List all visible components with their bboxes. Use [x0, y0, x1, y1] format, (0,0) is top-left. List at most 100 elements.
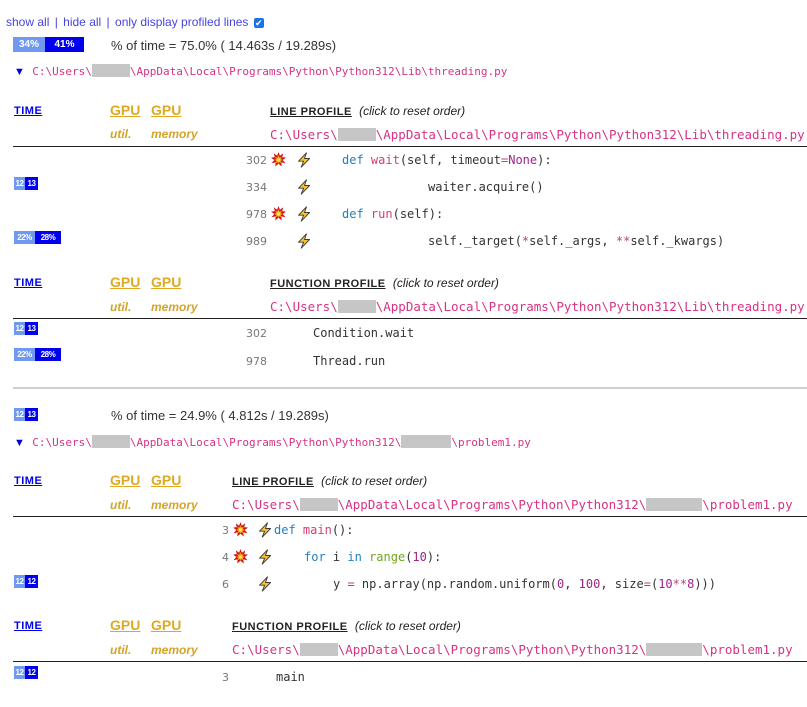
function-profile-header: FUNCTION PROFILE (click to reset order)	[232, 619, 461, 633]
gpu-util-column-header[interactable]: GPU	[110, 472, 140, 488]
line-profile-header: LINE PROFILE (click to reset order)	[270, 104, 465, 118]
python-time-segment: 12	[14, 408, 25, 421]
gpu-util-subheader: util.	[110, 498, 132, 512]
line-profile-title[interactable]: LINE PROFILE	[270, 106, 352, 118]
toolbar: show all | hide all | only display profi…	[6, 15, 264, 29]
code-line: y = np.array(np.random.uniform(0, 100, s…	[333, 577, 717, 591]
line-number: 3	[222, 524, 229, 537]
function-profile-path: C:\Users\ \AppData\Local\Programs\Python\…	[270, 299, 805, 314]
gpu-memory-subheader: memory	[151, 498, 198, 512]
line-number: 3	[222, 671, 229, 684]
function-profile-title[interactable]: FUNCTION PROFILE	[232, 621, 348, 633]
file-time-bar: 34% 41%	[13, 37, 84, 52]
line-profile-path: C:\Users\ \AppData\Local\Programs\Python\…	[270, 127, 805, 142]
python-time-segment: 12	[14, 177, 25, 190]
explosion-icon	[233, 549, 248, 564]
native-time-segment: 12	[25, 666, 38, 679]
function-profile-header: FUNCTION PROFILE (click to reset order)	[270, 276, 499, 290]
line-number: 334	[246, 181, 267, 194]
code-line: def main():	[274, 523, 354, 537]
python-time-segment: 34%	[13, 37, 45, 52]
python-time-segment: 12	[14, 322, 25, 335]
line-number: 302	[246, 154, 267, 167]
time-column-header[interactable]: TIME	[14, 105, 42, 117]
gpu-util-column-header[interactable]: GPU	[110, 102, 140, 118]
header-divider	[13, 661, 807, 662]
redacted-username	[91, 64, 130, 77]
reset-order-hint: (click to reset order)	[359, 104, 466, 118]
hide-all-link[interactable]: hide all	[63, 15, 101, 29]
gpu-memory-column-header[interactable]: GPU	[151, 617, 181, 633]
header-divider	[13, 318, 807, 319]
show-all-link[interactable]: show all	[6, 15, 49, 29]
function-name: Thread.run	[313, 354, 386, 368]
time-column-header[interactable]: TIME	[14, 620, 42, 632]
header-divider	[13, 146, 807, 147]
line-number: 978	[246, 355, 267, 368]
reset-order-hint: (click to reset order)	[354, 619, 461, 633]
lightning-bolt-icon	[257, 576, 273, 592]
only-profiled-checkbox[interactable]: ✔	[253, 18, 264, 28]
collapse-triangle-icon[interactable]: ▼	[14, 437, 25, 449]
lightning-bolt-icon	[257, 522, 273, 538]
time-column-header[interactable]: TIME	[14, 475, 42, 487]
code-line: def run(self):	[342, 207, 444, 221]
redacted-folder	[401, 435, 452, 448]
explosion-icon	[233, 522, 248, 537]
line-profile-header: LINE PROFILE (click to reset order)	[232, 474, 427, 488]
lightning-bolt-icon	[296, 206, 312, 222]
gpu-memory-column-header[interactable]: GPU	[151, 274, 181, 290]
code-line: def wait(self, timeout=None):	[342, 153, 552, 167]
native-time-segment: 28%	[35, 231, 61, 244]
native-time-segment: 41%	[45, 37, 84, 52]
line-number: 4	[222, 551, 229, 564]
only-profiled-lines-link[interactable]: only display profiled lines	[115, 15, 248, 29]
reset-order-hint: (click to reset order)	[321, 474, 428, 488]
file-header[interactable]: ▼ C:\Users\ \AppData\Local\Programs\Pytho…	[14, 64, 507, 78]
function-time-bar: 12 13	[14, 322, 38, 335]
gpu-memory-column-header[interactable]: GPU	[151, 472, 181, 488]
separator: |	[54, 15, 58, 29]
code-line: for i in range(10):	[304, 550, 442, 564]
python-time-segment: 12	[14, 575, 25, 588]
native-time-segment: 12	[25, 575, 38, 588]
native-time-segment: 13	[25, 408, 38, 421]
percent-of-time: % of time = 24.9% ( 4.812s / 19.289s)	[111, 408, 329, 423]
line-time-bar: 12 13	[14, 177, 38, 190]
explosion-icon	[271, 152, 286, 167]
code-line: self._target(*self._args, **self._kwargs…	[428, 234, 725, 248]
native-time-segment: 13	[25, 177, 38, 190]
gpu-memory-subheader: memory	[151, 643, 198, 657]
gpu-memory-subheader: memory	[151, 127, 198, 141]
redacted-username	[299, 498, 338, 511]
python-time-segment: 22%	[14, 348, 35, 361]
percent-of-time: % of time = 75.0% ( 14.463s / 19.289s)	[111, 38, 337, 53]
lightning-bolt-icon	[257, 549, 273, 565]
function-name: Condition.wait	[313, 326, 415, 340]
native-time-segment: 28%	[35, 348, 61, 361]
function-profile-title[interactable]: FUNCTION PROFILE	[270, 278, 386, 290]
function-profile-path: C:\Users\ \AppData\Local\Programs\Python\…	[232, 642, 793, 657]
redacted-username	[91, 435, 130, 448]
gpu-util-subheader: util.	[110, 127, 132, 141]
python-time-segment: 22%	[14, 231, 35, 244]
gpu-memory-subheader: memory	[151, 300, 198, 314]
explosion-icon	[271, 206, 286, 221]
gpu-util-subheader: util.	[110, 300, 132, 314]
line-profile-title[interactable]: LINE PROFILE	[232, 476, 314, 488]
collapse-triangle-icon[interactable]: ▼	[14, 66, 25, 78]
time-column-header[interactable]: TIME	[14, 277, 42, 289]
header-divider	[13, 516, 807, 517]
redacted-username	[299, 643, 338, 656]
native-time-segment: 13	[25, 322, 38, 335]
file-header[interactable]: ▼ C:\Users\ \AppData\Local\Programs\Pytho…	[14, 435, 531, 449]
gpu-memory-column-header[interactable]: GPU	[151, 102, 181, 118]
line-number: 978	[246, 208, 267, 221]
gpu-util-column-header[interactable]: GPU	[110, 617, 140, 633]
code-line: waiter.acquire()	[428, 180, 544, 194]
gpu-util-column-header[interactable]: GPU	[110, 274, 140, 290]
lightning-bolt-icon	[296, 152, 312, 168]
file-time-bar: 12 13	[14, 408, 38, 421]
redacted-folder	[646, 498, 703, 511]
reset-order-hint: (click to reset order)	[392, 276, 499, 290]
